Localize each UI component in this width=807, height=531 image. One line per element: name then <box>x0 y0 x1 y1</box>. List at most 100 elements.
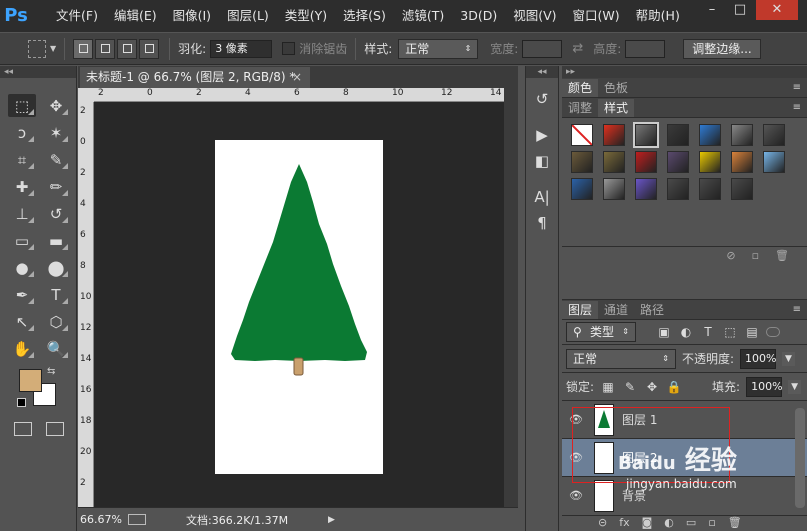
paragraph-icon[interactable]: ¶ <box>529 212 555 234</box>
gradient-icon[interactable]: ▬ <box>42 229 70 252</box>
history-icon[interactable]: ↺ <box>529 88 555 110</box>
tab-channels[interactable]: 通道 <box>598 301 634 319</box>
style-swatch[interactable] <box>633 122 659 148</box>
document-tab[interactable]: 未标题-1 @ 66.7% (图层 2, RGB/8) * × <box>80 67 310 88</box>
style-swatch[interactable] <box>667 178 689 200</box>
minimize-button[interactable]: – <box>698 0 726 20</box>
lock-transparent-icon[interactable]: ▦ <box>600 379 616 395</box>
horizontal-ruler[interactable]: 2 0 2 4 6 8 10 12 14 <box>94 88 504 102</box>
swap-dimensions-icon[interactable]: ⇄ <box>572 41 583 56</box>
new-style-icon[interactable]: ▫ <box>752 249 759 262</box>
style-swatch[interactable] <box>635 178 657 200</box>
no-style-swatch[interactable] <box>571 124 593 146</box>
clone-stamp-icon[interactable]: ⊥ <box>8 202 36 225</box>
healing-brush-icon[interactable]: ✚ <box>8 175 36 198</box>
eraser-icon[interactable]: ▭ <box>8 229 36 252</box>
style-swatch[interactable] <box>571 151 593 173</box>
menu-help[interactable]: 帮助(H) <box>628 0 688 32</box>
blur-icon[interactable]: ● <box>8 256 36 279</box>
document-canvas[interactable] <box>215 140 383 474</box>
magic-wand-icon[interactable]: ✶ <box>42 121 70 144</box>
panel-menu-icon[interactable]: ≡ <box>793 82 801 93</box>
style-swatch[interactable] <box>603 124 625 146</box>
collapse-panels-icon[interactable]: ▸▸ <box>562 66 807 78</box>
actions-icon[interactable]: ▶ <box>529 124 555 146</box>
menu-view[interactable]: 视图(V) <box>505 0 564 32</box>
menu-image[interactable]: 图像(I) <box>165 0 219 32</box>
menu-layer[interactable]: 图层(L) <box>219 0 277 32</box>
style-swatch[interactable] <box>731 178 753 200</box>
tab-swatches[interactable]: 色板 <box>598 79 634 97</box>
tab-layers[interactable]: 图层 <box>562 301 599 319</box>
style-swatch[interactable] <box>763 151 785 173</box>
filter-pixel-icon[interactable]: ▣ <box>656 324 672 340</box>
new-selection-button[interactable] <box>73 38 94 59</box>
tab-color[interactable]: 颜色 <box>562 79 599 97</box>
foreground-color[interactable] <box>19 369 42 392</box>
feather-input[interactable]: 3 像素 <box>210 39 273 58</box>
style-swatch[interactable] <box>731 151 753 173</box>
style-swatch[interactable] <box>571 178 593 200</box>
brush-icon[interactable]: ✏ <box>42 175 70 198</box>
style-swatch[interactable] <box>699 151 721 173</box>
filter-toggle[interactable] <box>766 327 780 337</box>
panel-menu-icon[interactable]: ≡ <box>793 304 801 315</box>
menu-window[interactable]: 窗口(W) <box>565 0 628 32</box>
zoom-level[interactable]: 66.67% <box>78 513 128 526</box>
crop-icon[interactable]: ⌗ <box>8 148 36 171</box>
intersect-selection-button[interactable] <box>139 38 160 59</box>
shape-icon[interactable]: ⬡ <box>42 310 70 333</box>
subtract-selection-button[interactable] <box>117 38 138 59</box>
pen-icon[interactable]: ✒ <box>8 283 36 306</box>
history-brush-icon[interactable]: ↺ <box>42 202 70 225</box>
style-swatch[interactable] <box>763 124 785 146</box>
fill-input[interactable]: 100% <box>746 376 783 397</box>
rect-marquee-icon[interactable]: ⬚ <box>8 94 36 117</box>
add-to-selection-button[interactable] <box>95 38 116 59</box>
type-icon[interactable]: T <box>42 283 70 306</box>
eyedropper-icon[interactable]: ✎ <box>42 148 70 171</box>
tab-paths[interactable]: 路径 <box>634 301 670 319</box>
opacity-input[interactable]: 100% <box>740 348 777 369</box>
vertical-scrollbar[interactable] <box>504 88 518 507</box>
path-select-icon[interactable]: ↖ <box>8 310 36 333</box>
style-swatch[interactable] <box>667 151 689 173</box>
delete-style-icon[interactable]: 🗑 <box>775 249 789 262</box>
menu-select[interactable]: 选择(S) <box>335 0 394 32</box>
filter-smart-object-icon[interactable]: ▤ <box>744 324 760 340</box>
vertical-ruler[interactable]: 2 0 2 4 6 8 10 12 14 16 18 20 2 <box>78 102 94 507</box>
style-swatch[interactable] <box>635 151 657 173</box>
ruler-origin[interactable] <box>78 88 94 102</box>
default-colors-icon[interactable] <box>17 398 26 407</box>
marquee-preset-icon[interactable] <box>28 39 46 58</box>
collapse-icon[interactable]: ◂◂ <box>0 66 76 78</box>
height-input[interactable] <box>625 39 666 58</box>
menu-type[interactable]: 类型(Y) <box>277 0 335 32</box>
style-swatch[interactable] <box>731 124 753 146</box>
filter-type-icon[interactable]: T <box>700 324 716 340</box>
menu-3d[interactable]: 3D(D) <box>452 0 505 32</box>
filter-shape-icon[interactable]: ⬚ <box>722 324 738 340</box>
lock-image-icon[interactable]: ✎ <box>622 379 638 395</box>
refine-edge-button[interactable]: 调整边缘... <box>683 38 761 59</box>
layer-comps-icon[interactable]: ◧ <box>529 150 555 172</box>
maximize-button[interactable]: □ <box>726 0 754 20</box>
move-icon[interactable]: ✥ <box>42 94 70 117</box>
screen-mode-icon[interactable] <box>46 422 64 436</box>
close-button[interactable]: ✕ <box>756 0 798 20</box>
link-layers-icon[interactable]: ⊝ <box>598 516 607 531</box>
filter-kind-select[interactable]: ⚲ 类型 ⇕ <box>566 322 636 342</box>
menu-edit[interactable]: 编辑(E) <box>106 0 165 32</box>
filter-adjustment-icon[interactable]: ◐ <box>678 324 694 340</box>
close-tab-icon[interactable]: × <box>292 67 302 88</box>
tab-adjustments[interactable]: 调整 <box>562 99 598 117</box>
zoom-icon[interactable]: 🔍 <box>42 337 70 360</box>
preset-dropdown-arrow-icon[interactable]: ▼ <box>50 44 56 53</box>
status-menu-arrow-icon[interactable]: ▶ <box>328 515 335 525</box>
dodge-icon[interactable]: ⬤ <box>42 256 70 279</box>
visibility-eye-icon[interactable]: 👁 <box>562 489 590 502</box>
character-icon[interactable]: A| <box>529 186 555 208</box>
blend-mode-select[interactable]: 正常 ⇕ <box>566 348 676 369</box>
expand-dock-icon[interactable]: ◂◂ <box>526 66 558 78</box>
panel-menu-icon[interactable]: ≡ <box>793 102 801 113</box>
